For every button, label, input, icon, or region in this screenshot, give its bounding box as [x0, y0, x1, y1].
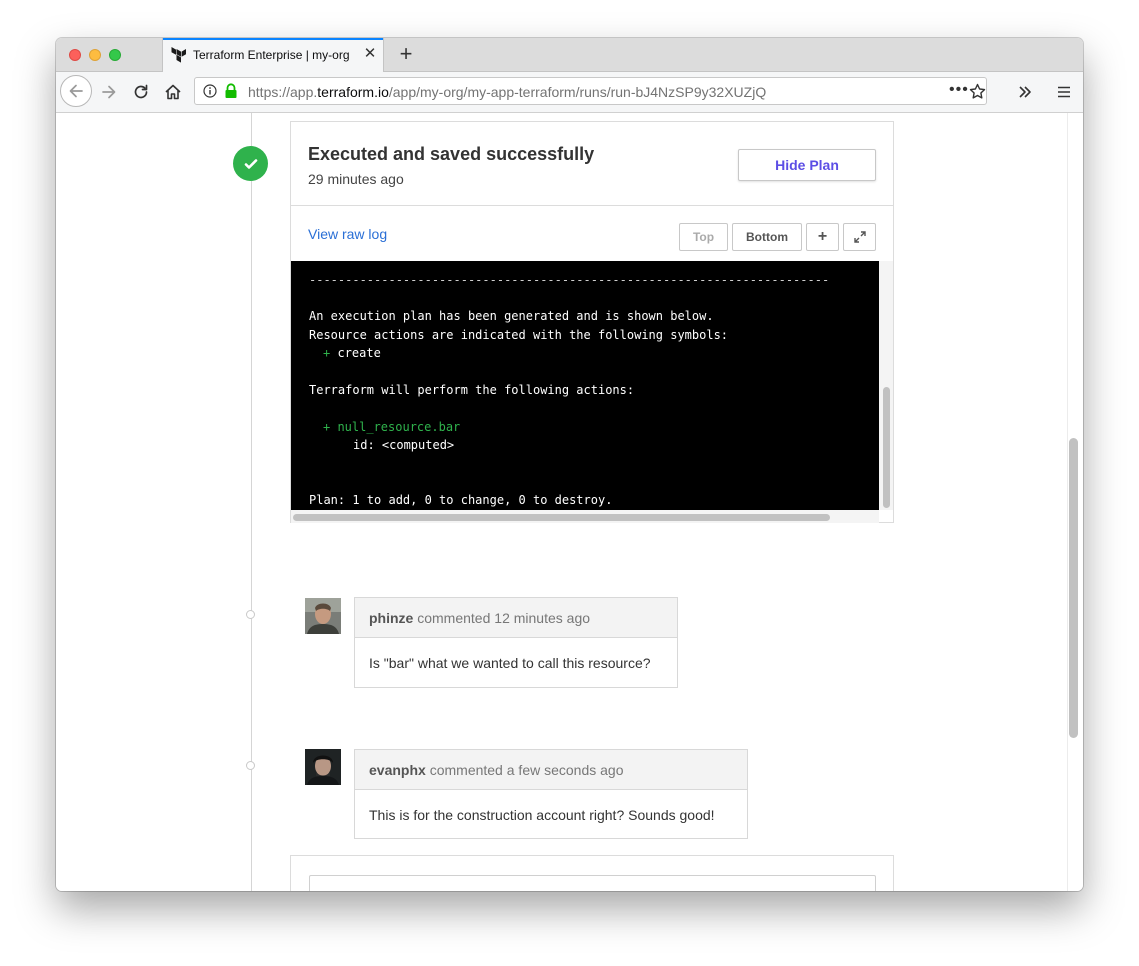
double-chevron-icon [1019, 86, 1031, 98]
lock-icon [225, 83, 237, 98]
run-status-time: 29 minutes ago [308, 171, 404, 187]
info-icon[interactable] [203, 84, 217, 98]
comment-header: phinze commented 12 minutes ago [355, 598, 677, 638]
create-label: create [337, 346, 381, 360]
comment-time[interactable]: a few seconds ago [507, 762, 624, 778]
page-actions-icon[interactable]: ••• [949, 81, 969, 99]
back-button[interactable] [60, 75, 92, 107]
comment-author[interactable]: evanphx [369, 762, 426, 778]
scroll-top-button[interactable]: Top [679, 223, 728, 251]
log-divider: ----------------------------------------… [309, 273, 830, 287]
reload-button[interactable] [130, 81, 152, 103]
url-path: /app/my-org/my-app-terraform/runs/run-bJ… [388, 84, 767, 100]
hamburger-icon [1058, 86, 1070, 98]
page-viewport: Executed and saved successfully 29 minut… [56, 113, 1083, 891]
overflow-menu-button[interactable] [1014, 81, 1036, 103]
reload-icon [134, 84, 148, 99]
comment-card: evanphx commented a few seconds ago This… [354, 749, 748, 839]
comment-header: evanphx commented a few seconds ago [355, 750, 747, 790]
avatar[interactable] [305, 749, 341, 785]
checkmark-icon [244, 158, 257, 169]
log-line: An execution plan has been generated and… [309, 309, 714, 323]
tab-title: Terraform Enterprise | my-org | my-app-t… [193, 48, 353, 62]
active-tab[interactable]: Terraform Enterprise | my-org | my-app-t… [162, 38, 384, 72]
zoom-window-button[interactable] [109, 49, 121, 61]
home-button[interactable] [162, 81, 184, 103]
comment-action: commented [429, 762, 503, 778]
comment-author[interactable]: phinze [369, 610, 413, 626]
timeline-line [251, 113, 252, 891]
timeline-dot [246, 610, 255, 619]
run-status-card: Executed and saved successfully 29 minut… [290, 121, 894, 523]
run-status-header: Executed and saved successfully 29 minut… [291, 122, 893, 206]
tab-accent-bar [163, 38, 383, 40]
comment-textarea[interactable] [309, 875, 876, 891]
success-check-icon [233, 146, 268, 181]
bookmark-star-icon[interactable] [969, 83, 986, 100]
log-horizontal-scrollbar-thumb[interactable] [293, 514, 830, 521]
comment-time[interactable]: 12 minutes ago [494, 610, 590, 626]
scroll-bottom-button[interactable]: Bottom [732, 223, 802, 251]
address-bar[interactable]: https://app.terraform.io/app/my-org/my-a… [194, 77, 987, 105]
back-arrow-icon [69, 84, 83, 98]
url-text[interactable]: https://app.terraform.io/app/my-org/my-a… [248, 84, 766, 100]
view-raw-log-link[interactable]: View raw log [308, 226, 387, 242]
hamburger-menu-button[interactable] [1053, 81, 1075, 103]
forward-button[interactable] [98, 81, 120, 103]
comment-action: commented [417, 610, 491, 626]
terraform-logo-icon [171, 47, 186, 63]
comment-form-card [290, 855, 894, 891]
avatar[interactable] [305, 598, 341, 634]
comment-card: phinze commented 12 minutes ago Is "bar"… [354, 597, 678, 688]
timeline-dot [246, 761, 255, 770]
log-resource: + null_resource.bar [323, 420, 461, 434]
create-symbol: + [323, 346, 331, 360]
plan-log-output: ----------------------------------------… [291, 261, 879, 510]
url-prefix: https://app. [248, 84, 318, 100]
close-tab-icon[interactable]: ✕ [360, 44, 380, 64]
expand-log-button[interactable]: + [806, 223, 839, 251]
navigation-toolbar: https://app.terraform.io/app/my-org/my-a… [56, 72, 1083, 113]
user-avatar-image [305, 598, 341, 634]
log-summary: Plan: 1 to add, 0 to change, 0 to destro… [309, 493, 613, 507]
fullscreen-log-button[interactable] [843, 223, 876, 251]
log-line: Resource actions are indicated with the … [309, 328, 729, 342]
comment-body: This is for the construction account rig… [369, 807, 715, 823]
hide-plan-button[interactable]: Hide Plan [738, 149, 876, 181]
browser-window: Terraform Enterprise | my-org | my-app-t… [56, 38, 1083, 891]
tab-strip: Terraform Enterprise | my-org | my-app-t… [56, 38, 1083, 72]
page-scrollbar-track [1067, 113, 1068, 891]
comment-body: Is "bar" what we wanted to call this res… [369, 655, 651, 671]
new-tab-button[interactable]: + [394, 42, 418, 66]
home-icon [165, 84, 181, 100]
minimize-window-button[interactable] [89, 49, 101, 61]
user-avatar-image [305, 749, 341, 785]
log-line: Terraform will perform the following act… [309, 383, 635, 397]
expand-arrows-icon [853, 231, 866, 243]
log-vertical-scrollbar-thumb[interactable] [883, 387, 890, 508]
url-domain: terraform.io [317, 84, 389, 100]
close-window-button[interactable] [69, 49, 81, 61]
run-status-title: Executed and saved successfully [308, 144, 595, 164]
forward-arrow-icon [102, 85, 116, 99]
page-scrollbar-thumb[interactable] [1069, 438, 1078, 738]
log-attribute: id: <computed> [353, 438, 455, 452]
